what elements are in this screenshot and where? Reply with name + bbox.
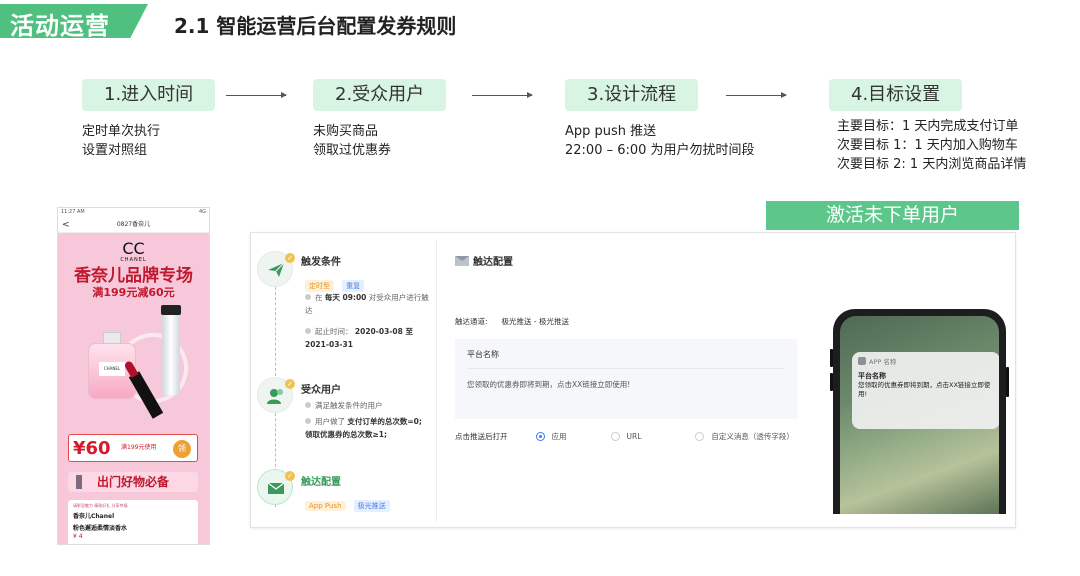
audience-title: 受众用户 [301,385,341,396]
chanel-logo-icon: CC [122,239,145,258]
nav-bar: < 0827香奈儿 [58,217,209,233]
platform-name-field[interactable]: 平台名称 [467,349,785,369]
trigger-title: 触发条件 [301,257,341,268]
tag-app-push: App Push [305,501,346,511]
message-field[interactable]: 您领取的优惠券即将到期，点击XX链接立即使用! [467,379,785,390]
card-top-text: 请彰显魅力 精致好礼 分享幸福 [73,503,128,508]
claim-coupon-button[interactable]: 领 [173,440,191,458]
step-3-label: 3.设计流程 [565,79,699,111]
users-icon [267,389,283,404]
phone-mockup: APP 名称 平台名称 您领取的优惠券即将到期，点击XX链接立即使用! [830,309,1009,514]
arrow-icon [472,92,533,98]
coupon-card[interactable]: ¥60 满199元使用 领 [68,434,198,462]
step-1: 1.进入时间 [82,79,216,111]
step-line: 次要目标 2: 1 天内浏览商品详情 [837,157,1027,172]
step-2: 2.受众用户 [313,79,447,111]
section-strip: 出门好物必备 [68,472,198,492]
check-icon: ✓ [285,253,295,263]
product-image: CHANEL [58,303,209,433]
status-signal: 4G [198,209,206,215]
step-3: 3.设计流程 [565,79,699,111]
volume-button [830,373,833,391]
step-4-label: 4.目标设置 [829,79,963,111]
slide: 活动运营 2.1 智能运营后台配置发券规则 1.进入时间 2.受众用户 3.设计… [0,0,1080,576]
notification-message: 您领取的优惠券即将到期，点击XX链接立即使用! [858,381,991,398]
activate-banner: 激活未下单用户 [766,201,1019,230]
step-line: 次要目标 1：1 天内加入购物车 [837,138,1018,153]
radio-icon [610,432,620,441]
section-tag: 活动运营 [0,4,148,38]
push-notification[interactable]: APP 名称 平台名称 您领取的优惠券即将到期，点击XX链接立即使用! [852,352,999,429]
trigger-date-range: 起止时间： 2020-03-08 至 2021-03-31 [305,327,413,349]
step-1-label: 1.进入时间 [82,79,216,111]
mail-icon [267,482,285,494]
back-icon[interactable]: < [62,217,70,233]
step-2-label: 2.受众用户 [313,79,447,111]
step-4: 4.目标设置 [829,79,963,111]
brand-name: CHANEL [120,257,147,263]
power-button [1006,367,1009,397]
status-bar: 11:27 AM 4G [58,208,209,217]
step-line: App push 推送 [565,124,657,139]
phone-screen: APP 名称 平台名称 您领取的优惠券即将到期，点击XX链接立即使用! [840,316,999,514]
step-4-description: 主要目标：1 天内完成支付订单 次要目标 1：1 天内加入购物车 次要目标 2:… [837,117,1026,174]
bottle-label: CHANEL [99,362,125,376]
campaign-subtitle: 满199元减60元 [92,286,175,299]
page-title: 2.1 智能运营后台配置发券规则 [174,14,457,38]
channel-value[interactable]: 极光推送 - 极光推送 [502,317,569,326]
radio-checked-icon [535,432,545,441]
tag-jpush: 极光推送 [353,500,390,512]
radio-custom-message[interactable]: 自定义消息（透传字段） [695,431,794,442]
reach-title: 触达配置 [301,477,341,488]
step-line: 设置对照组 [82,143,148,158]
app-icon [858,357,866,365]
step-2-description: 未购买商品 领取过优惠券 [313,122,391,160]
product-name: 香奈儿Chanel [73,513,115,520]
step-line: 22:00 – 6:00 为用户勿扰时间段 [565,143,755,158]
product-price: ¥ 4 [73,533,83,540]
channel-label: 触达通道: [455,317,488,326]
check-icon: ✓ [285,379,295,389]
campaign-page-screenshot: 11:27 AM 4G < 0827香奈儿 CC CHANEL 香奈儿品牌专场 … [57,207,210,545]
section-tag-label: 活动运营 [10,12,110,40]
envelope-icon [455,255,469,266]
radio-app[interactable]: 应用 [535,431,567,442]
step-line: 未购买商品 [313,124,379,139]
step-line: 领取过优惠券 [313,143,392,158]
detail-title: 触达配置 [455,253,805,268]
arrow-icon [726,92,787,98]
flow-timeline: ✓ 触发条件 定时型 重复 在 每天 09:00 对受众用户进行触达 起止时间：… [257,239,437,523]
step-3-description: App push 推送 22:00 – 6:00 为用户勿扰时间段 [565,122,755,160]
nav-title: 0827香奈儿 [116,221,151,228]
check-icon: ✓ [285,471,295,481]
coupon-amount: ¥60 [73,437,111,459]
reach-tags: App Push 极光推送 [305,493,393,512]
paper-plane-icon [268,262,285,277]
campaign-title: 香奈儿品牌专场 [74,266,193,286]
product-name-2: 粉色邂逅柔情淡香水 [73,525,128,532]
radio-icon [695,432,705,441]
message-preview: 平台名称 您领取的优惠券即将到期，点击XX链接立即使用! [455,339,797,419]
status-time: 11:27 AM [61,209,85,215]
product-card[interactable]: 请彰显魅力 精致好礼 分享幸福 香奈儿Chanel 粉色邂逅柔情淡香水 ¥ 4 [68,500,198,544]
trigger-tags: 定时型 重复 [305,273,367,292]
notification-app: APP 名称 [858,356,994,366]
step-1-description: 定时单次执行 设置对照组 [82,122,160,160]
volume-button [830,349,833,367]
arrow-icon [226,92,287,98]
open-action-row: 点击推送后打开 应用 URL 自定义消息（透传字段） [455,431,805,442]
step-line: 定时单次执行 [82,124,161,139]
notification-title: 平台名称 [858,372,886,380]
audience-rule-1: 满足触发条件的用户 [305,399,429,412]
coupon-condition: 满199元使用 [121,444,157,451]
open-action-label: 点击推送后打开 [455,432,508,441]
radio-url[interactable]: URL [610,432,641,441]
channel-row: 触达通道: 极光推送 - 极光推送 [455,316,805,327]
reach-config-detail: 触达配置 触达通道: 极光推送 - 极光推送 平台名称 您领取的优惠券即将到期，点… [455,253,805,442]
step-line: 主要目标：1 天内完成支付订单 [837,119,1019,134]
trigger-schedule: 在 每天 09:00 对受众用户进行触达 [305,293,429,315]
serum-bottle-icon [161,305,181,395]
audience-rule-2: 用户做了 支付订单的总次数=0; 领取优惠券的总次数≥1; [305,417,422,439]
